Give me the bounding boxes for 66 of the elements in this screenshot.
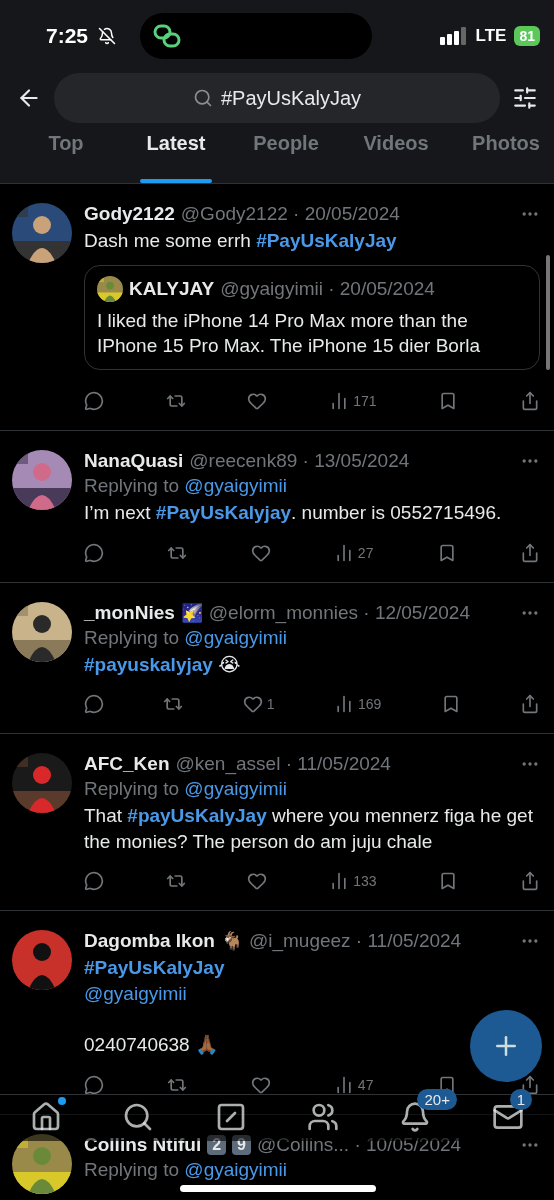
handle-and-date: @Collins... · 10/05/2024 <box>256 1134 462 1157</box>
reply-icon[interactable] <box>84 390 104 411</box>
name-emoji: 🐐 <box>220 930 243 953</box>
keycap-emoji: 2 <box>207 1135 227 1156</box>
tab[interactable]: Latest <box>140 132 212 183</box>
name-emoji: 🌠 <box>180 601 203 624</box>
view-count: 171 <box>353 392 377 409</box>
tweet-text: Dash me some errh #PayUsKalyJay <box>84 229 397 253</box>
view-count: 169 <box>357 696 382 713</box>
mention-link[interactable]: @gyaigyimii <box>184 474 288 496</box>
user-name: KALYJAY <box>129 277 215 300</box>
handle-and-date: @ken_assel · 11/05/2024 <box>175 753 391 776</box>
signal-icon <box>439 27 468 45</box>
handle-and-date: @elorm_monnies · 12/05/2024 <box>208 601 470 624</box>
clock: 7:25 <box>46 24 89 48</box>
user-name: Collins Ntiful <box>84 1134 202 1157</box>
mention-link[interactable]: @gyaigyimii <box>184 1159 288 1181</box>
like-icon[interactable] <box>250 542 271 563</box>
share-icon[interactable] <box>520 542 540 563</box>
user-name: Gody2122 <box>84 203 175 225</box>
share-icon[interactable] <box>520 1075 540 1096</box>
link-icon <box>152 23 183 49</box>
view-count: 133 <box>353 873 377 890</box>
mention-link[interactable]: @gyaigyimii <box>184 778 288 800</box>
network-label: LTE <box>475 26 507 46</box>
like-icon[interactable] <box>247 390 268 411</box>
handle-and-date: @Gody2122 · 20/05/2024 <box>180 203 400 225</box>
search-icon <box>192 88 213 108</box>
keycap-emoji: 9 <box>232 1135 251 1156</box>
tab[interactable]: Photos <box>470 132 542 183</box>
search-field[interactable]: #PayUsKalyJay <box>54 73 500 123</box>
view-count: 27 <box>357 544 374 561</box>
user-name: AFC_Ken <box>84 753 170 776</box>
replying-label: Replying to <box>84 626 180 648</box>
like-count: 1 <box>266 696 275 713</box>
filter-icon[interactable] <box>512 85 538 111</box>
reply-icon[interactable] <box>84 694 104 715</box>
replying-label: Replying to <box>84 778 180 800</box>
like-icon[interactable] <box>250 1075 271 1096</box>
tweet-text: I’m next #PayUsKalyjay. number is 0552715496. <box>84 500 502 525</box>
user-name: _monNies <box>84 601 175 624</box>
replying-label: Replying to <box>84 474 180 496</box>
handle-and-date: @reecenk89 · 13/05/2024 <box>189 449 410 472</box>
count-badge: 1 <box>509 1089 533 1110</box>
replying-label: Replying to <box>84 1159 180 1181</box>
reply-icon[interactable] <box>84 871 104 892</box>
reply-icon[interactable] <box>84 1075 104 1096</box>
handle-and-date: @gyaigyimii · 20/05/2024 <box>220 277 435 300</box>
tweet-text: #payuskalyjay 😭 <box>84 652 241 677</box>
mention-link[interactable]: @gyaigyimii <box>184 626 288 648</box>
quoted-tweet[interactable]: KALYJAY @gyaigyimii · 20/05/2024 I liked the iPhone 14 Pro Max more than the IPhone 15 Pro Max. The iPhone 15 dier Borla <box>84 264 540 370</box>
like-icon[interactable] <box>242 694 263 715</box>
like-icon[interactable] <box>247 871 268 892</box>
user-name: Dagomba Ikon <box>84 930 215 953</box>
tweet-text: #PayUsKalyJay @gyaigyimii 0240740638 🙏🏾 <box>84 956 225 1058</box>
tweet-text: I liked the iPhone 14 Pro Max more than the IPhone 15 Pro Max. The iPhone 15 dier Borla <box>97 308 482 359</box>
tweet-text: That #payUsKalyJay where you mennerz figa he get the monies? The person do am juju chale <box>84 804 534 854</box>
view-count: 47 <box>357 1077 374 1094</box>
count-badge: 20+ <box>417 1089 457 1110</box>
tab[interactable]: People <box>250 132 322 183</box>
tab[interactable]: Top <box>30 132 102 183</box>
handle-and-date: @i_mugeez · 11/05/2024 <box>248 930 462 953</box>
tab[interactable]: Videos <box>360 132 432 183</box>
reply-icon[interactable] <box>84 542 104 563</box>
user-name: NanaQuasi <box>84 449 184 472</box>
battery-indicator: 81 <box>514 26 540 46</box>
